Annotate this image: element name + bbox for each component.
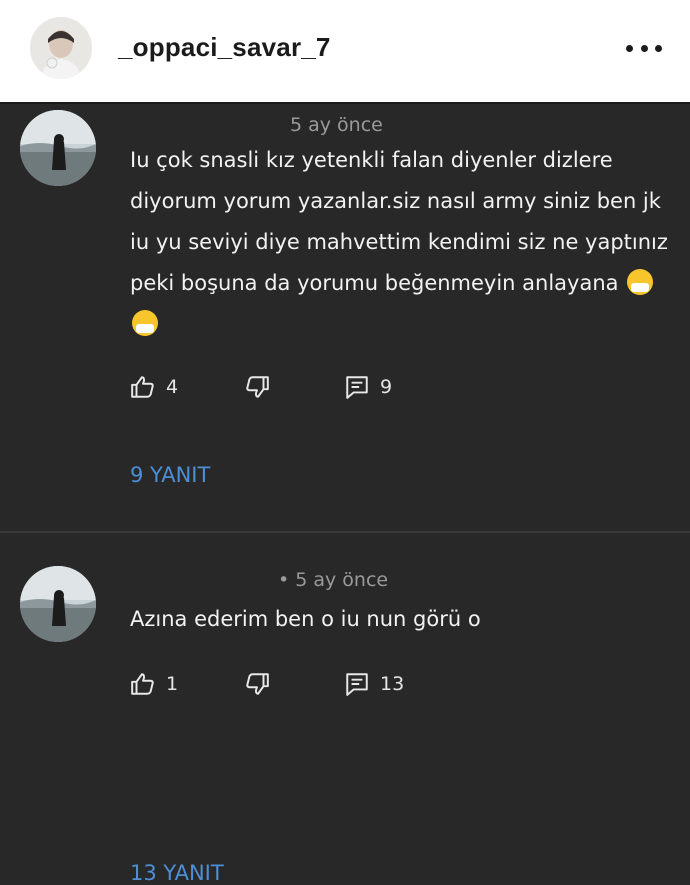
like-count: 4	[166, 376, 179, 398]
reply-count: 13	[380, 673, 405, 695]
dislike-button[interactable]	[244, 669, 270, 699]
comment-actions: 4 9	[130, 372, 450, 402]
comment-text: Iu çok snasli kız yetenkli falan diyenle…	[130, 140, 680, 345]
username[interactable]: _oppaci_savar_7	[118, 32, 331, 63]
thumbs-down-icon	[246, 673, 269, 695]
reply-button[interactable]: 13	[344, 669, 404, 699]
sneezing-face-emoji	[627, 269, 654, 295]
reply-count: 9	[380, 376, 393, 398]
comment: 5 ay önce Iu çok snasli kız yetenkli fal…	[0, 106, 690, 531]
dot	[640, 44, 648, 52]
sneezing-face-emoji	[132, 310, 158, 336]
avatar[interactable]	[30, 17, 92, 79]
like-button[interactable]: 4	[130, 372, 178, 402]
dot	[626, 44, 633, 52]
like-count: 1	[166, 673, 179, 695]
view-replies-link[interactable]: 9 YANIT	[130, 463, 210, 487]
comment-body: Iu çok snasli kız yetenkli falan diyenle…	[130, 148, 668, 295]
profile-header: _oppaci_savar_7	[0, 0, 690, 104]
more-options-icon[interactable]	[626, 36, 662, 60]
view-replies-link[interactable]: 13 YANIT	[130, 861, 224, 885]
reply-button[interactable]: 9	[344, 372, 392, 402]
thumbs-up-icon	[131, 673, 154, 695]
comment-actions: 1 13	[130, 669, 450, 699]
comment-feed: 5 ay önce Iu çok snasli kız yetenkli fal…	[0, 106, 690, 885]
commenter-avatar[interactable]	[20, 110, 96, 186]
thumbs-up-icon	[131, 376, 154, 398]
like-button[interactable]: 1	[130, 669, 178, 699]
commenter-avatar[interactable]	[20, 566, 96, 642]
dislike-button[interactable]	[244, 372, 270, 402]
dot	[655, 44, 662, 52]
comment-body: Azına ederim ben o iu nun görü o	[130, 607, 481, 631]
comment-timestamp: 5 ay önce	[290, 114, 383, 136]
comment-timestamp: • 5 ay önce	[278, 569, 389, 591]
comment: • 5 ay önce Azına ederim ben o iu nun gö…	[0, 533, 690, 885]
comment-icon	[346, 376, 368, 399]
comment-icon	[346, 673, 368, 696]
thumbs-down-icon	[246, 376, 269, 398]
